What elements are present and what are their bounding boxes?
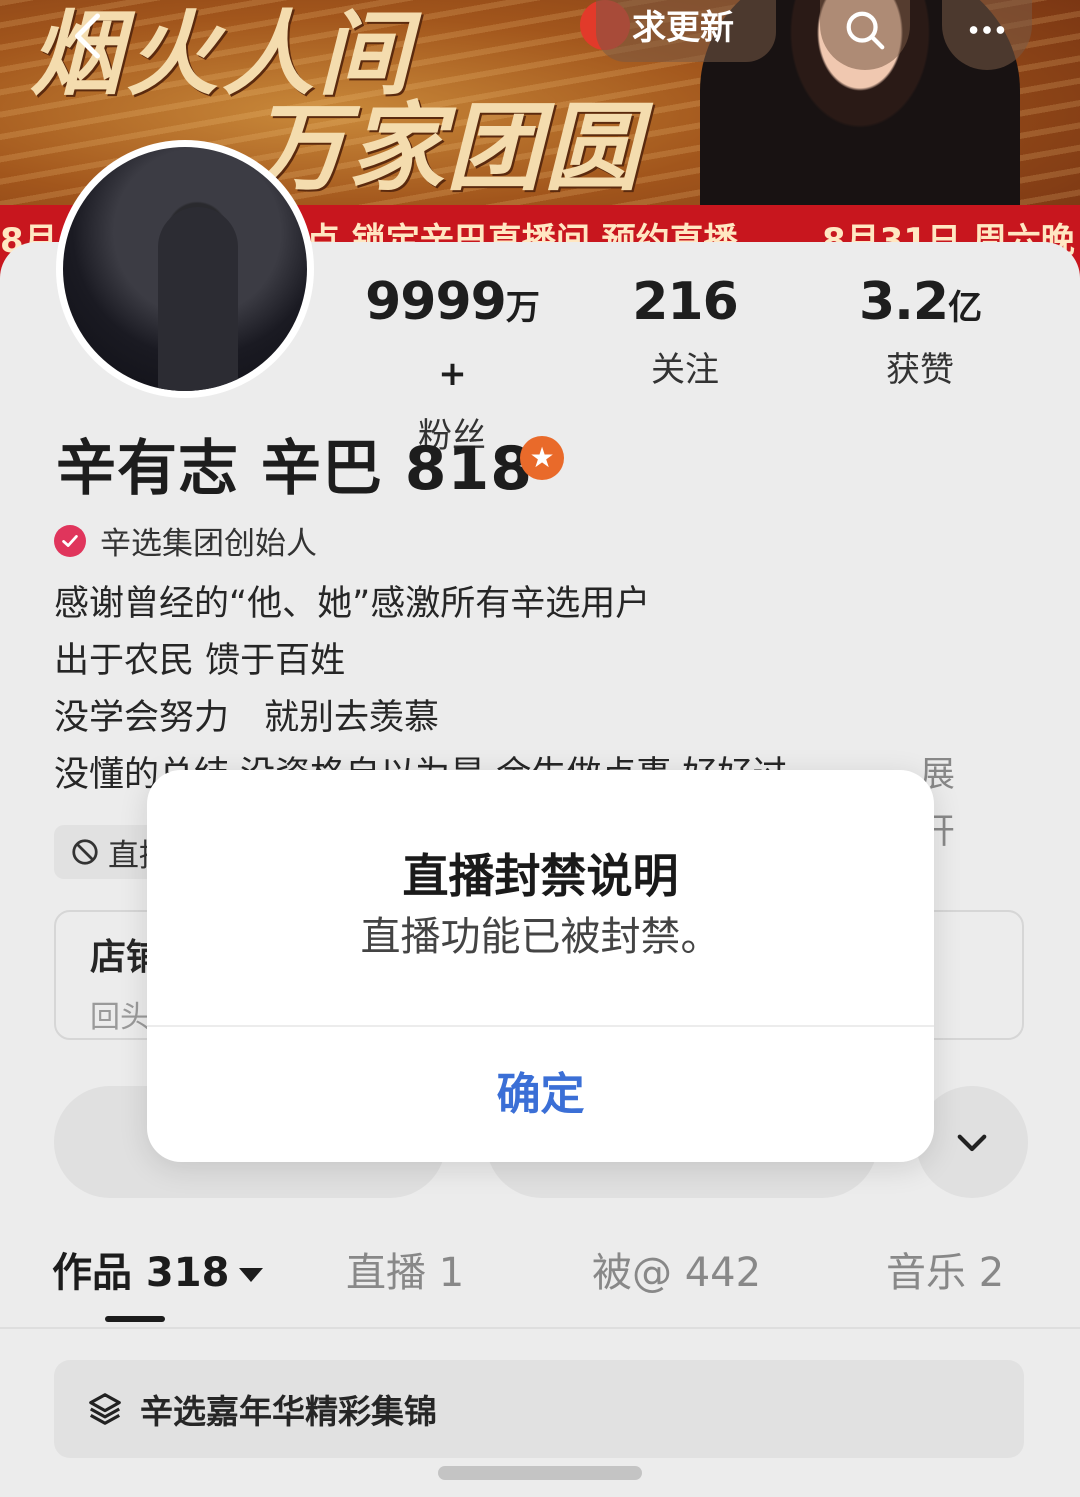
dialog-message: 直播功能已被封禁。 (360, 914, 721, 960)
banner-title-line2: 万家团圆 (250, 91, 642, 204)
stat-likes-label: 获赞 (886, 350, 954, 390)
stat-followers-value: 9999万+ (365, 272, 540, 394)
stat-following[interactable]: 216 关注 (610, 272, 760, 391)
bio-line: 感谢曾经的“他、她”感激所有辛选用户 (54, 584, 651, 624)
layers-icon (89, 1393, 121, 1425)
verification-text: 辛选集团创始人 (100, 526, 317, 562)
verification-row[interactable]: 辛选集团创始人 (54, 518, 317, 563)
collection-item[interactable]: 辛选嘉年华精彩集锦 (54, 1360, 1024, 1458)
active-tab-indicator (105, 1316, 165, 1322)
avatar[interactable] (56, 140, 314, 398)
avatar-photo (63, 147, 307, 391)
more-dots-icon (969, 26, 1005, 34)
tab-works-label: 作品 318 (52, 1250, 230, 1296)
stat-following-label: 关注 (651, 350, 719, 390)
collection-label: 辛选嘉年华精彩集锦 (140, 1392, 437, 1431)
tab-mentions[interactable]: 被@ 442 (592, 1240, 761, 1298)
ban-icon (72, 839, 98, 865)
home-indicator[interactable] (438, 1466, 642, 1480)
caret-down-icon (239, 1268, 264, 1282)
dialog-title: 直播封禁说明 (402, 849, 679, 903)
request-update-button[interactable]: 求更新 (596, 0, 776, 62)
confirm-button[interactable]: 确定 (147, 1027, 934, 1162)
tab-live[interactable]: 直播 1 (346, 1240, 464, 1298)
live-ban-dialog: 直播封禁说明 直播功能已被封禁。 确定 (147, 770, 934, 1162)
tab-works[interactable]: 作品 318 (52, 1240, 264, 1298)
profile-name: 辛有志 辛巴 818 (56, 434, 534, 504)
stat-likes-value: 3.2亿 (858, 272, 982, 332)
stat-following-value: 216 (632, 272, 739, 332)
chevron-down-icon (957, 1134, 987, 1152)
stat-likes[interactable]: 3.2亿 获赞 (840, 272, 1000, 391)
verified-check-icon (54, 524, 86, 557)
tab-music[interactable]: 音乐 2 (886, 1240, 1004, 1298)
bio-line: 出于农民 馈于百姓 (54, 641, 346, 681)
star-badge-icon[interactable]: ★ (520, 436, 564, 480)
search-icon (846, 11, 885, 50)
chevron-left-icon (75, 13, 100, 59)
back-button[interactable] (60, 6, 120, 66)
bio-line: 没学会努力 就别去羡慕 (54, 698, 440, 738)
tab-divider (0, 1327, 1080, 1329)
